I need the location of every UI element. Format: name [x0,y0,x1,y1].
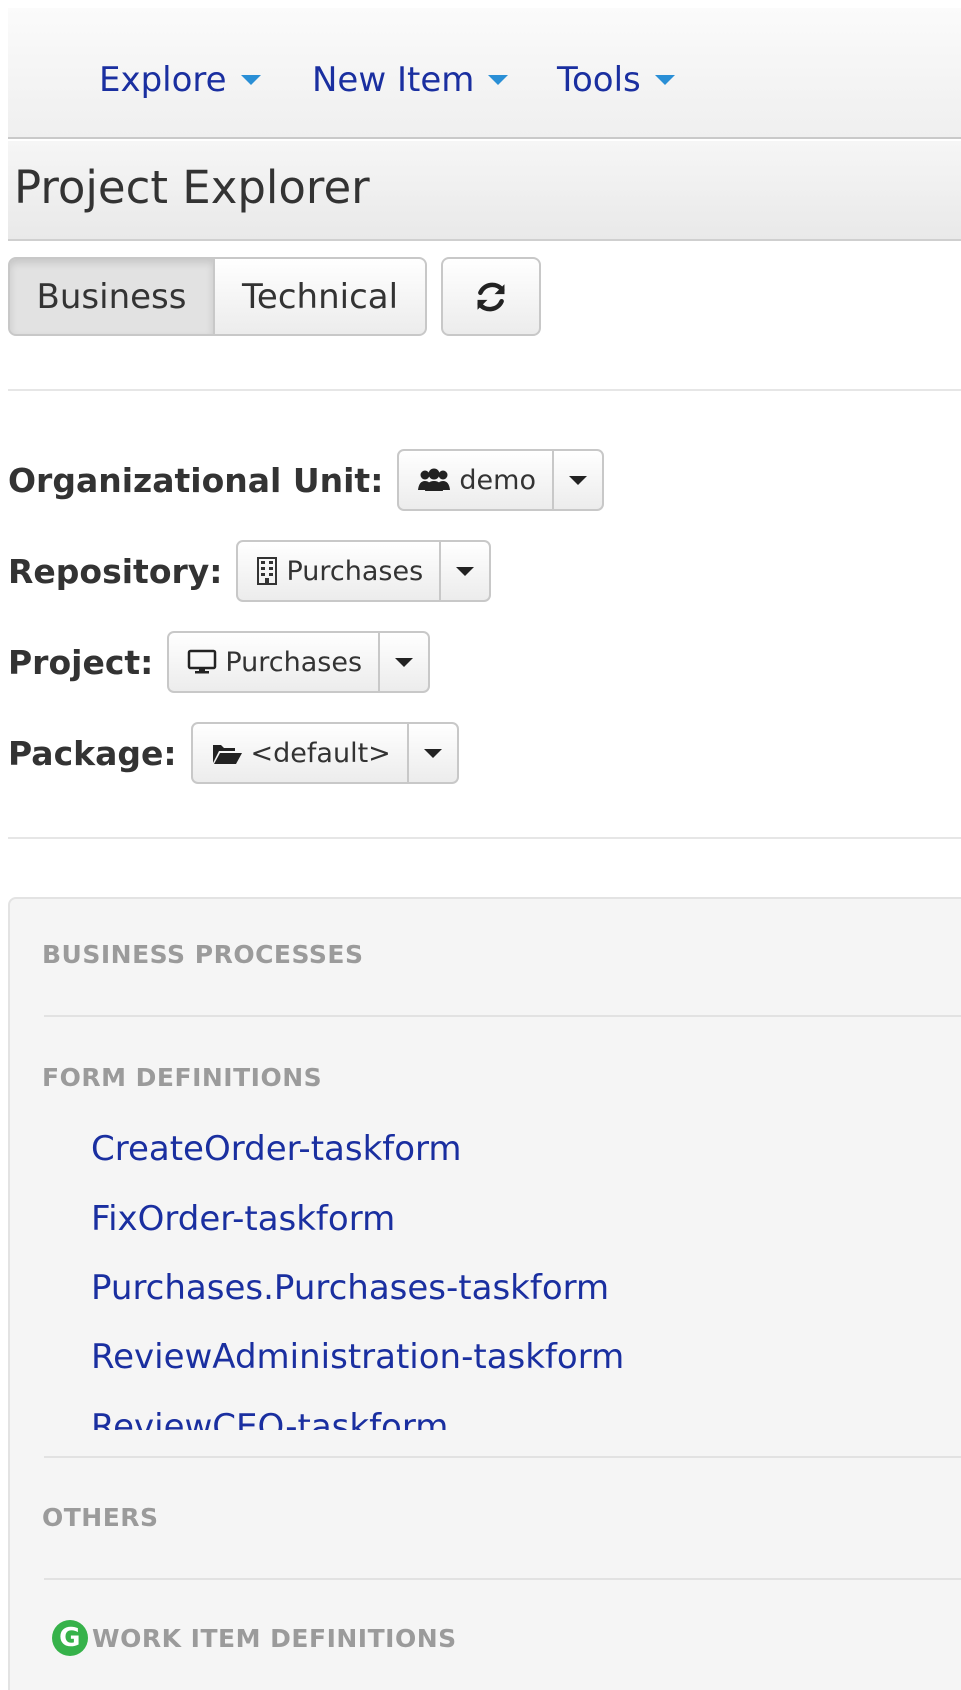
app-frame: Explore New Item Tools Project Explorer … [0,0,961,1690]
org-unit-value: demo [459,464,536,496]
nav-tools-menu[interactable]: Tools [557,60,675,100]
repository-row: Repository: Purchases [8,540,492,602]
org-unit-row: Organizational Unit: demo [8,449,604,511]
building-icon [256,556,278,586]
org-unit-button[interactable]: demo [399,451,554,509]
list-item[interactable]: Purchases.Purchases-taskform [91,1268,609,1308]
list-item[interactable]: ReviewCEO-taskform [91,1407,448,1430]
refresh-icon [474,280,508,314]
work-item-g-icon: G [52,1620,88,1656]
org-unit-label: Organizational Unit: [8,460,384,500]
monitor-icon [187,649,217,675]
divider [44,1456,961,1458]
divider [8,389,961,391]
chevron-down-icon [488,75,509,85]
divider [44,1578,961,1580]
repository-value: Purchases [286,555,424,587]
project-dropdown: Purchases [167,631,431,693]
repository-label: Repository: [8,551,223,591]
refresh-button[interactable] [441,257,541,336]
package-caret-button[interactable] [409,724,457,782]
project-row: Project: Purchases [8,631,431,693]
divider [44,1015,961,1017]
page-title: Project Explorer [14,161,370,214]
package-dropdown: <default> [190,722,459,784]
list-item[interactable]: CreateOrder-taskform [91,1129,462,1169]
chevron-down-icon [568,475,587,485]
project-caret-button[interactable] [380,633,428,691]
top-navbar: Explore New Item Tools [8,8,961,139]
list-item[interactable]: FixOrder-taskform [91,1199,395,1239]
org-unit-dropdown: demo [397,449,604,511]
chevron-down-icon [654,75,675,85]
repository-dropdown: Purchases [236,540,492,602]
package-row: Package: <default> [8,722,459,784]
form-definitions-header[interactable]: FORM DEFINITIONS [42,1063,322,1092]
business-view-button[interactable]: Business [8,257,215,336]
project-label: Project: [8,642,154,682]
chevron-down-icon [240,75,261,85]
list-item[interactable]: ReviewAdministration-taskform [91,1337,624,1377]
package-label: Package: [8,733,177,773]
chevron-down-icon [395,657,414,667]
technical-view-button[interactable]: Technical [215,257,427,336]
form-definitions-list: CreateOrder-taskform FixOrder-taskform P… [0,1098,961,1430]
view-toggle-group: Business Technical [8,257,427,336]
panel-header: Project Explorer [8,141,961,241]
folder-open-icon [211,741,243,765]
divider [8,837,961,839]
nav-explore-label: Explore [99,60,227,100]
nav-new-item-label: New Item [312,60,475,100]
nav-new-item-menu[interactable]: New Item [312,60,509,100]
nav-explore-menu[interactable]: Explore [99,60,261,100]
users-icon [417,468,451,492]
work-item-definitions-header[interactable]: G WORK ITEM DEFINITIONS [46,1620,457,1656]
org-unit-caret-button[interactable] [554,451,602,509]
package-value: <default> [250,737,391,769]
nav-tools-label: Tools [557,60,641,100]
project-button[interactable]: Purchases [169,633,381,691]
business-processes-header[interactable]: BUSINESS PROCESSES [42,940,363,969]
package-button[interactable]: <default> [193,724,409,782]
project-value: Purchases [225,646,363,678]
repository-button[interactable]: Purchases [238,542,442,600]
work-item-definitions-label: WORK ITEM DEFINITIONS [92,1623,457,1653]
chevron-down-icon [456,566,475,576]
repository-caret-button[interactable] [441,542,489,600]
others-header[interactable]: OTHERS [42,1503,159,1532]
chevron-down-icon [423,748,442,758]
